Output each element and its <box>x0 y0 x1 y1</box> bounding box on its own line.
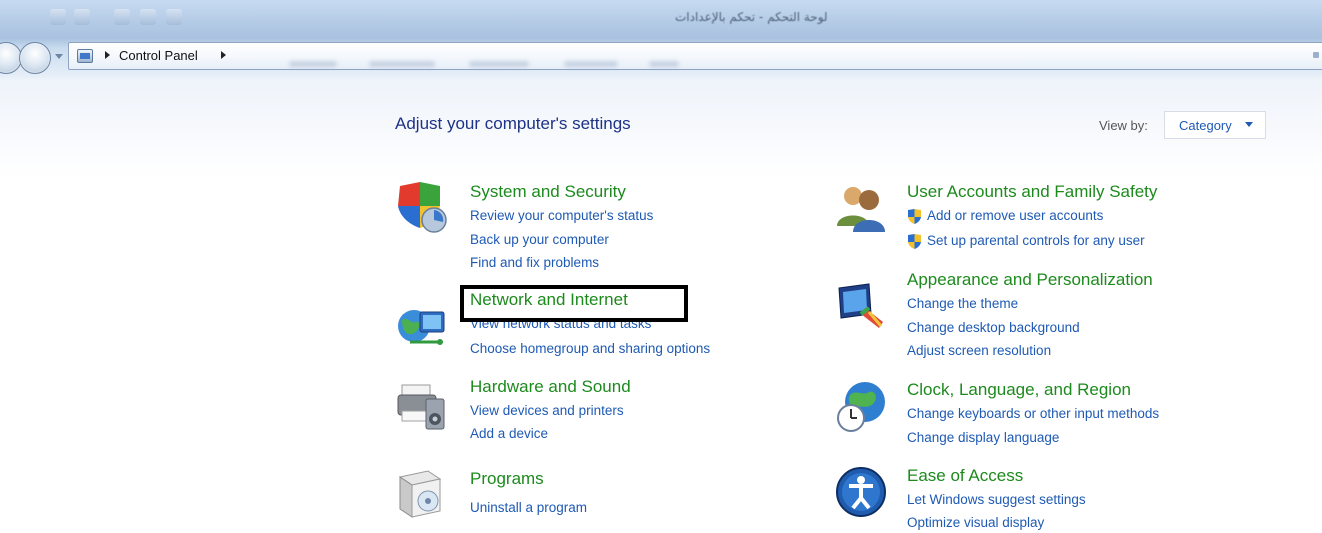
link-homegroup-sharing[interactable]: Choose homegroup and sharing options <box>470 341 710 356</box>
breadcrumb-chevron-icon[interactable] <box>105 51 110 59</box>
link-find-fix[interactable]: Find and fix problems <box>470 255 599 270</box>
recent-pages-dropdown[interactable] <box>55 54 63 59</box>
chevron-down-icon <box>1245 122 1253 127</box>
quick-access-toolbar <box>44 6 194 28</box>
highlight-annotation-box <box>460 285 688 322</box>
breadcrumb-chevron-icon[interactable] <box>221 51 226 59</box>
category-title-ease-of-access[interactable]: Ease of Access <box>907 466 1023 486</box>
category-programs: Programs Uninstall a program <box>396 467 776 527</box>
address-bar[interactable]: Control Panel <box>68 42 1322 70</box>
category-user-accounts: User Accounts and Family Safety Add or r… <box>835 182 1235 252</box>
control-panel-icon <box>77 49 93 63</box>
link-uninstall-program[interactable]: Uninstall a program <box>470 500 587 515</box>
printer-speaker-icon <box>397 384 445 430</box>
category-appearance: Appearance and Personalization Change th… <box>835 270 1235 360</box>
forward-button[interactable] <box>19 42 51 74</box>
network-globe-icon <box>398 310 445 345</box>
view-by-value: Category <box>1179 118 1232 133</box>
link-change-keyboards[interactable]: Change keyboards or other input methods <box>907 406 1159 421</box>
category-clock-language-region: Clock, Language, and Region Change keybo… <box>835 380 1235 450</box>
link-optimize-visual-display[interactable]: Optimize visual display <box>907 515 1044 530</box>
link-add-device[interactable]: Add a device <box>470 426 548 441</box>
link-parental-controls[interactable]: Set up parental controls for any user <box>927 233 1145 248</box>
uac-shield-icon <box>908 209 921 224</box>
monitor-brush-icon <box>838 283 883 328</box>
category-title-user-accounts[interactable]: User Accounts and Family Safety <box>907 182 1157 202</box>
link-windows-suggest-settings[interactable]: Let Windows suggest settings <box>907 492 1086 507</box>
link-back-up[interactable]: Back up your computer <box>470 232 609 247</box>
programs-box-icon <box>398 470 442 518</box>
view-by-label: View by: <box>1099 118 1148 133</box>
title-bar: لوحة التحكم - تحكم بالإعدادات <box>0 0 1322 38</box>
page-title: Adjust your computer's settings <box>395 114 631 133</box>
users-icon <box>837 187 885 232</box>
link-display-language[interactable]: Change display language <box>907 430 1059 445</box>
globe-clock-icon <box>837 382 885 432</box>
category-title-hardware-sound[interactable]: Hardware and Sound <box>470 377 631 397</box>
search-box-edge[interactable] <box>1313 52 1319 58</box>
qat-icon[interactable] <box>140 9 156 25</box>
uac-shield-icon <box>908 234 921 249</box>
category-title-programs[interactable]: Programs <box>470 469 544 489</box>
blurred-toolbar-remnant <box>289 61 709 69</box>
qat-icon[interactable] <box>50 9 66 25</box>
category-title-appearance[interactable]: Appearance and Personalization <box>907 270 1153 290</box>
view-by-dropdown[interactable]: Category <box>1164 111 1266 139</box>
shield-icon <box>398 182 447 233</box>
category-ease-of-access: Ease of Access Let Windows suggest setti… <box>835 466 1235 530</box>
navigation-bar: Control Panel <box>0 38 1322 78</box>
link-change-theme[interactable]: Change the theme <box>907 296 1018 311</box>
qat-icon[interactable] <box>166 9 182 25</box>
link-devices-printers[interactable]: View devices and printers <box>470 403 624 418</box>
breadcrumb-control-panel[interactable]: Control Panel <box>119 48 198 63</box>
link-screen-resolution[interactable]: Adjust screen resolution <box>907 343 1051 358</box>
qat-icon[interactable] <box>74 9 90 25</box>
ease-of-access-icon <box>836 467 886 517</box>
link-add-remove-users[interactable]: Add or remove user accounts <box>927 208 1103 223</box>
link-desktop-background[interactable]: Change desktop background <box>907 320 1080 335</box>
link-review-status[interactable]: Review your computer's status <box>470 208 653 223</box>
category-title-system-security[interactable]: System and Security <box>470 182 626 202</box>
category-hardware-sound: Hardware and Sound View devices and prin… <box>396 377 776 447</box>
qat-icon[interactable] <box>114 9 130 25</box>
window-title: لوحة التحكم - تحكم بالإعدادات <box>675 10 828 24</box>
category-title-clock-language-region[interactable]: Clock, Language, and Region <box>907 380 1131 400</box>
category-system-security: System and Security Review your computer… <box>396 182 776 272</box>
